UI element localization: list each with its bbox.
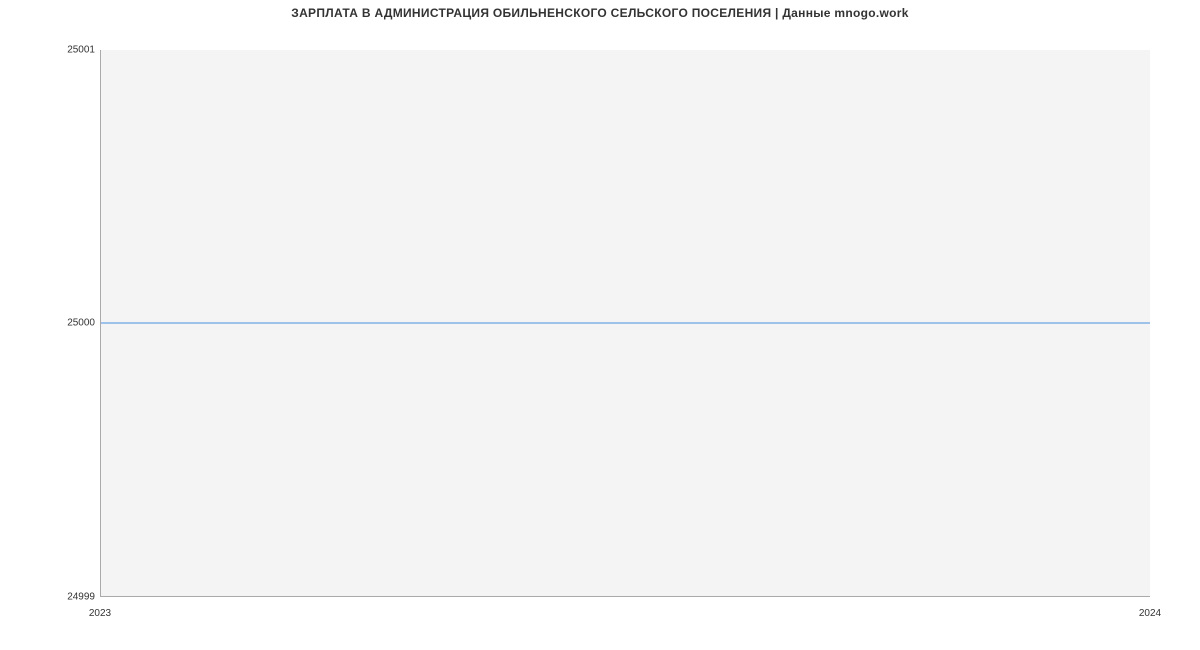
y-axis-tick-label: 25001 xyxy=(67,45,95,56)
y-axis-tick-label: 24999 xyxy=(67,592,95,603)
chart-title: ЗАРПЛАТА В АДМИНИСТРАЦИЯ ОБИЛЬНЕНСКОГО С… xyxy=(0,6,1200,20)
x-axis-tick-label: 2024 xyxy=(1139,608,1161,619)
x-axis-tick-label: 2023 xyxy=(89,608,111,619)
data-line xyxy=(101,323,1150,324)
chart-container: ЗАРПЛАТА В АДМИНИСТРАЦИЯ ОБИЛЬНЕНСКОГО С… xyxy=(0,0,1200,650)
y-axis-tick-label: 25000 xyxy=(67,318,95,329)
plot-area xyxy=(100,50,1150,597)
